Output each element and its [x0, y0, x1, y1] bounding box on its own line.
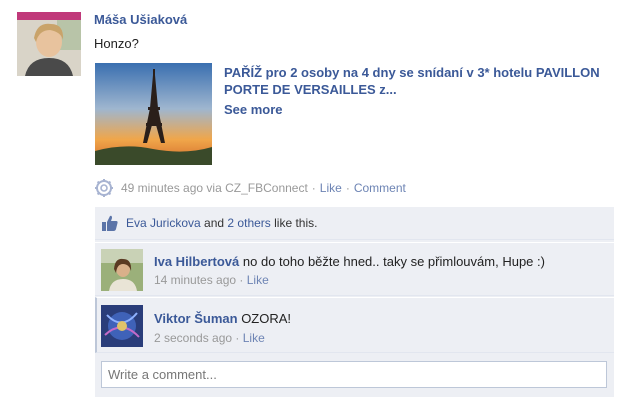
separator: ·: [311, 181, 316, 195]
thumbs-up-icon: [101, 214, 119, 232]
via-label: via: [206, 181, 222, 195]
likes-suffix: like this.: [274, 216, 318, 230]
comment-meta: 14 minutes ago · Like: [154, 273, 269, 287]
see-more-link[interactable]: See more: [224, 102, 283, 117]
comment-text: OZORA!: [241, 311, 292, 326]
like-link[interactable]: Like: [320, 181, 342, 195]
comment-body: Viktor Šuman OZORA!: [154, 311, 291, 326]
comment-like-link[interactable]: Like: [243, 331, 265, 345]
attachment-title[interactable]: PAŘÍŽ pro 2 osoby na 4 dny se snídaní v …: [224, 64, 604, 98]
comment-item: Iva Hilbertová no do toho běžte hned.. t…: [95, 242, 614, 296]
likes-and: and: [204, 216, 225, 230]
comment-author[interactable]: Iva Hilbertová: [154, 254, 239, 269]
feedback-section: Eva Jurickova and 2 others like this. Iv…: [95, 207, 614, 397]
comment-like-link[interactable]: Like: [247, 273, 269, 287]
comment-timestamp[interactable]: 2 seconds ago: [154, 331, 232, 345]
commenter-avatar[interactable]: [101, 249, 143, 291]
comment-link[interactable]: Comment: [354, 181, 406, 195]
separator: ·: [345, 181, 350, 195]
app-name[interactable]: CZ_FBConnect: [225, 181, 308, 195]
comment-item: Viktor Šuman OZORA! 2 seconds ago · Like: [95, 297, 614, 353]
post-message: Honzo?: [94, 36, 139, 51]
separator: ·: [239, 273, 244, 287]
post-timestamp[interactable]: 49 minutes ago: [121, 181, 203, 195]
attachment-thumbnail[interactable]: [95, 63, 212, 165]
author-avatar[interactable]: [17, 12, 81, 76]
author-name[interactable]: Máša Ušiaková: [94, 12, 187, 27]
comment-input[interactable]: [101, 361, 607, 388]
comment-text: no do toho běžte hned.. taky se přimlouv…: [242, 254, 545, 269]
comment-composer: [95, 353, 614, 397]
likes-summary: Eva Jurickova and 2 others like this.: [95, 207, 614, 240]
comment-timestamp[interactable]: 14 minutes ago: [154, 273, 236, 287]
separator: ·: [235, 331, 240, 345]
comment-meta: 2 seconds ago · Like: [154, 331, 265, 345]
gear-app-icon: [94, 178, 114, 198]
comment-author[interactable]: Viktor Šuman: [154, 311, 238, 326]
feed-story: Máša Ušiaková Honzo? PAŘÍŽ pro 2 osoby n…: [0, 0, 629, 400]
post-meta: 49 minutes ago via CZ_FBConnect · Like ·…: [94, 178, 406, 198]
commenter-avatar[interactable]: [101, 305, 143, 347]
likes-others-link[interactable]: 2 others: [227, 216, 270, 230]
liker-name[interactable]: Eva Jurickova: [126, 216, 201, 230]
comment-body: Iva Hilbertová no do toho běžte hned.. t…: [154, 254, 545, 269]
